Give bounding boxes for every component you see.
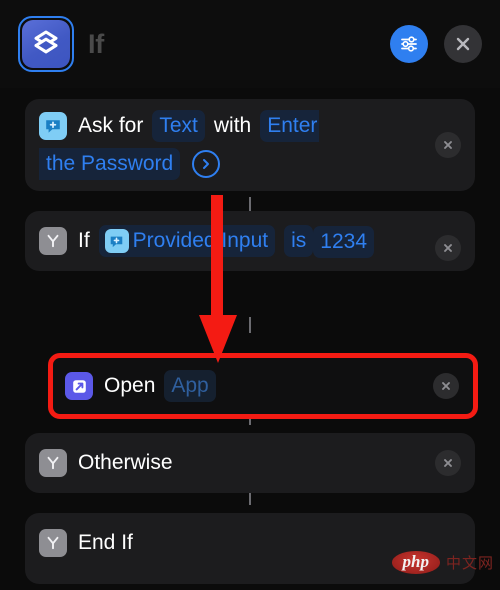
- page-title: If: [88, 28, 104, 59]
- action-content: If Provided Input is 1234: [39, 222, 461, 261]
- delete-action-button[interactable]: [435, 132, 461, 158]
- watermark-logo: php: [391, 551, 440, 574]
- watermark: php 中文网: [391, 551, 494, 574]
- action-content: Open App: [65, 367, 461, 405]
- sliders-icon: [401, 36, 417, 52]
- action-card-otherwise[interactable]: Otherwise: [25, 433, 475, 493]
- speech-bubble-plus-icon: [39, 112, 67, 140]
- action-card-if-condition[interactable]: If Provided Input is 1234: [25, 211, 475, 271]
- action-connector: [249, 317, 251, 333]
- chevron-right-circle-icon[interactable]: [192, 150, 221, 178]
- action-card-open-app[interactable]: Open App: [48, 353, 478, 419]
- branch-y-icon: [39, 529, 67, 557]
- close-x-icon: [444, 244, 452, 252]
- shortcut-editor: If Ask for Text with Enter the Password …: [0, 0, 500, 590]
- open-app-arrow-icon: [65, 372, 93, 400]
- close-x-icon: [444, 459, 452, 467]
- close-x-icon: [442, 382, 450, 390]
- branch-y-icon: [39, 449, 67, 477]
- settings-button[interactable]: [390, 25, 428, 63]
- token-comparison[interactable]: is: [284, 225, 314, 257]
- shortcut-app-icon[interactable]: [18, 16, 74, 72]
- action-content: Otherwise: [39, 444, 461, 482]
- action-text: with: [213, 114, 252, 137]
- token-prompt-part1[interactable]: Enter: [260, 110, 320, 142]
- token-provided-input[interactable]: Provided Input: [98, 225, 276, 257]
- close-x-icon: [444, 141, 452, 149]
- delete-action-button[interactable]: [435, 450, 461, 476]
- action-card-ask-for-input[interactable]: Ask for Text with Enter the Password: [25, 99, 475, 191]
- token-text-type[interactable]: Text: [152, 110, 205, 142]
- delete-action-button[interactable]: [435, 235, 461, 261]
- editor-header: If: [0, 0, 500, 88]
- token-compare-value[interactable]: 1234: [313, 226, 374, 258]
- action-text: Otherwise: [78, 451, 173, 474]
- token-label: Provided Input: [132, 229, 269, 252]
- action-text: Open: [104, 374, 156, 397]
- delete-action-button[interactable]: [433, 373, 459, 399]
- close-x-icon: [456, 37, 470, 51]
- action-text: End If: [78, 531, 133, 554]
- token-app-placeholder[interactable]: App: [164, 370, 216, 402]
- action-connector: [249, 197, 251, 211]
- action-text: Ask for: [78, 114, 144, 137]
- close-button[interactable]: [444, 25, 482, 63]
- token-prompt-part2[interactable]: the Password: [39, 148, 181, 180]
- watermark-text: 中文网: [445, 555, 494, 572]
- shortcuts-layers-icon: [22, 20, 70, 68]
- action-text: If: [78, 229, 90, 252]
- branch-y-icon: [39, 227, 67, 255]
- speech-bubble-plus-icon: [104, 229, 129, 253]
- action-content: Ask for Text with Enter the Password: [39, 110, 461, 180]
- action-list: Ask for Text with Enter the Password If …: [0, 88, 500, 590]
